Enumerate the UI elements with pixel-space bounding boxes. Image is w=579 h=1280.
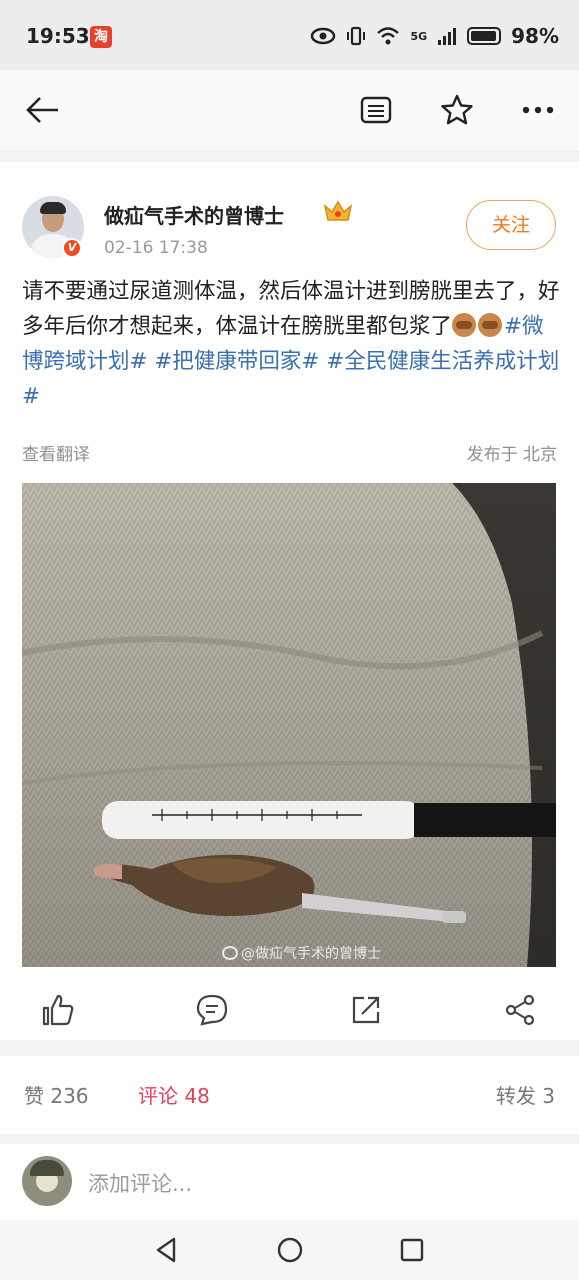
post-timestamp: 02-16 17:38	[104, 238, 208, 258]
like-icon[interactable]	[40, 992, 76, 1028]
battery-level: 98%	[511, 24, 559, 48]
more-icon[interactable]	[518, 90, 558, 130]
thermometer-photo	[22, 483, 556, 967]
weibo-logo-icon	[222, 946, 238, 960]
comments-tab[interactable]: 评论 48	[138, 1080, 210, 1109]
follow-button[interactable]: 关注	[466, 200, 556, 250]
top-nav-bar	[0, 70, 579, 150]
system-recents-icon[interactable]	[398, 1236, 426, 1264]
system-back-icon[interactable]	[152, 1236, 180, 1264]
translate-link[interactable]: 查看翻译	[22, 440, 90, 465]
system-home-icon[interactable]	[276, 1236, 304, 1264]
back-arrow-icon[interactable]	[22, 90, 62, 130]
likes-tab[interactable]: 赞 236	[24, 1080, 89, 1109]
star-icon[interactable]	[437, 90, 477, 130]
engagement-stats: 赞 236 评论 48 转发 3	[0, 1056, 579, 1134]
image-watermark: @做疝气手术的曾博士	[222, 943, 381, 963]
post-card: V 做疝气手术的曾博士 02-16 17:38 关注 请不要通过尿道测体温，然后…	[0, 150, 579, 1040]
comment-composer: 添加评论...	[0, 1144, 579, 1220]
post-image[interactable]: @做疝气手术的曾博士	[22, 483, 556, 967]
status-bar: 19:53 淘 5G 98%	[0, 0, 579, 70]
topic-link[interactable]: #把健康带回家#	[154, 349, 319, 374]
eye-icon	[311, 27, 336, 45]
taobao-app-icon: 淘	[90, 26, 112, 48]
repost-icon[interactable]	[348, 992, 384, 1028]
verified-badge: V	[62, 238, 82, 258]
reader-mode-icon[interactable]	[356, 90, 396, 130]
post-location: 发布于 北京	[466, 445, 557, 465]
post-body: 请不要通过尿道测体温，然后体温计进到膀胱里去了，好多年后你才想起来，体温计在膀胱…	[22, 274, 562, 414]
battery-icon	[467, 27, 502, 45]
comment-input[interactable]: 添加评论...	[88, 1168, 192, 1198]
comment-icon[interactable]	[194, 992, 230, 1028]
status-time: 19:53	[26, 24, 90, 48]
network-label: 5G	[410, 29, 428, 43]
monkey-emoji-icon	[478, 313, 503, 337]
author-name[interactable]: 做疝气手术的曾博士	[104, 200, 284, 229]
crown-icon	[323, 200, 353, 221]
user-avatar[interactable]	[22, 1156, 72, 1206]
system-nav-bar	[0, 1220, 579, 1280]
share-icon[interactable]	[503, 992, 539, 1028]
status-icons: 5G 98%	[310, 24, 559, 48]
vibrate-icon	[347, 26, 366, 46]
reposts-tab[interactable]: 转发 3	[496, 1080, 555, 1109]
monkey-emoji-icon	[452, 313, 477, 337]
wifi-icon	[377, 27, 400, 45]
post-action-bar	[0, 984, 579, 1040]
signal-icon	[438, 28, 457, 45]
